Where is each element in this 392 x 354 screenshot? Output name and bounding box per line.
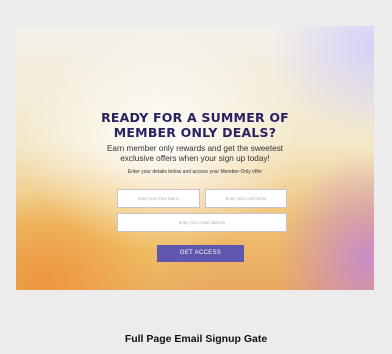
email-input[interactable] (117, 213, 287, 232)
gate-headline-line-2: MEMBER ONLY DEALS? (113, 125, 277, 140)
get-access-button[interactable]: GET ACCESS (157, 245, 244, 262)
first-name-input[interactable] (117, 189, 200, 208)
signup-gate-preview[interactable]: READY FOR A SUMMER OF MEMBER ONLY DEALS?… (16, 26, 374, 290)
template-card[interactable]: READY FOR A SUMMER OF MEMBER ONLY DEALS?… (0, 0, 392, 354)
gate-subheadline: Earn member only rewards and get the swe… (16, 144, 374, 164)
gate-subheadline-line-2: exclusive offers when your sign up today… (120, 154, 270, 163)
template-caption: Full Page Email Signup Gate (124, 333, 268, 345)
gate-headline-line-1: READY FOR A SUMMER OF (101, 110, 289, 125)
gate-subheadline-line-1: Earn member only rewards and get the swe… (106, 144, 284, 153)
gate-headline: READY FOR A SUMMER OF MEMBER ONLY DEALS? (16, 110, 374, 140)
gate-hint-text: Enter your details below and access your… (127, 169, 263, 175)
last-name-input[interactable] (205, 189, 287, 208)
